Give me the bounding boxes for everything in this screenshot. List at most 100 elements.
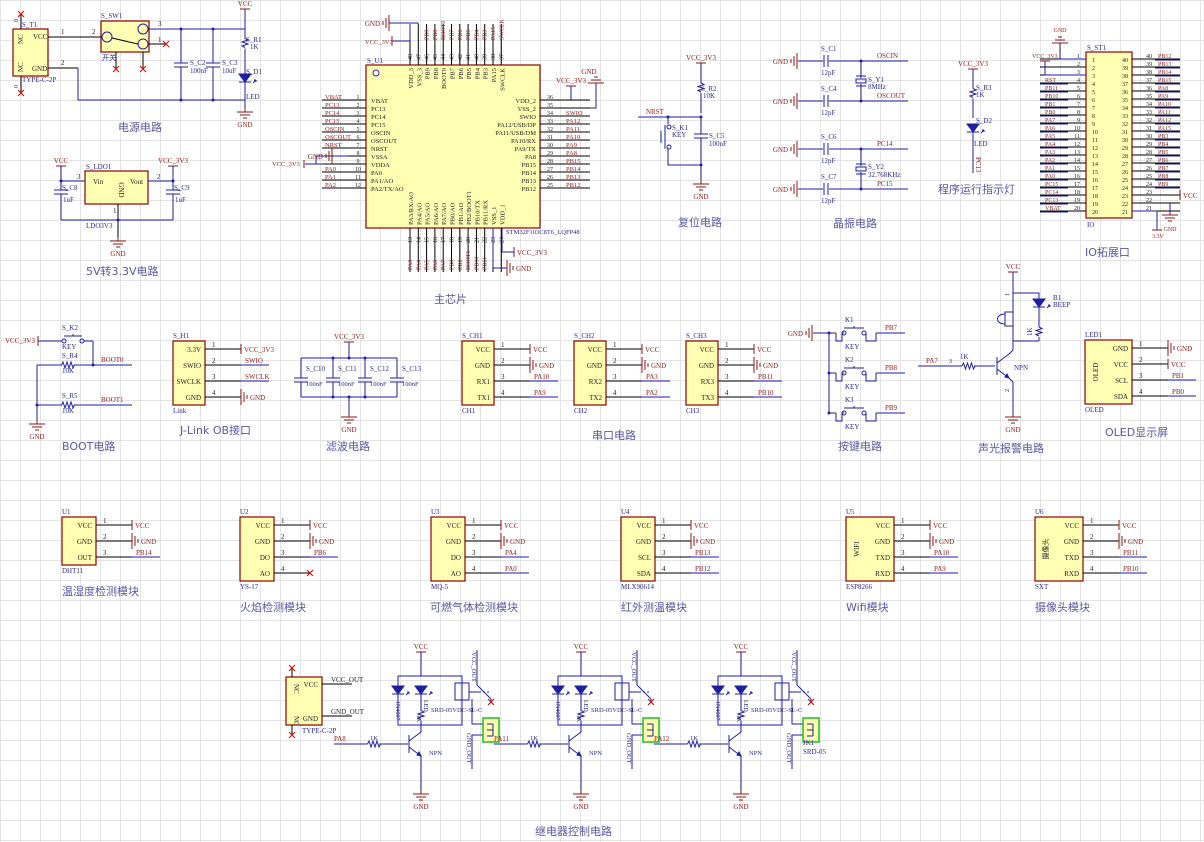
pin-name: RX3 bbox=[701, 378, 715, 386]
net-label-gnd: GND bbox=[29, 433, 44, 441]
pin-name: PB15 bbox=[522, 162, 536, 169]
light-emission-icon bbox=[565, 691, 570, 696]
pin-name: 25 bbox=[1122, 178, 1128, 184]
net-label: OSCIN bbox=[325, 126, 345, 133]
section-title: 滤波电路 bbox=[326, 440, 370, 453]
power-switch bbox=[100, 20, 150, 53]
net-label-gnd: GND bbox=[516, 265, 531, 273]
pin-name: GND bbox=[77, 538, 92, 546]
pin-name: GND bbox=[1113, 345, 1128, 353]
net-label: PA11 bbox=[1158, 110, 1171, 116]
pin-number: 16 bbox=[1074, 174, 1080, 180]
key-switch-icon bbox=[64, 334, 82, 337]
pin-name: 19 bbox=[1092, 202, 1098, 208]
pin-name: PB13 bbox=[522, 178, 536, 185]
ground-symbol bbox=[790, 93, 798, 109]
net-label: PA6 bbox=[1045, 126, 1055, 132]
ground-symbol bbox=[805, 325, 813, 341]
pin-name: BOOT0 bbox=[441, 68, 448, 89]
ground-symbol bbox=[500, 533, 508, 549]
pin-name: 27 bbox=[1122, 162, 1128, 168]
pin-name: VSS_3 bbox=[416, 68, 423, 86]
pin-name: SWIO bbox=[183, 362, 201, 370]
buzzer-icon bbox=[997, 311, 1013, 327]
pin-number: 4 bbox=[1090, 565, 1094, 573]
component-value: 100nF bbox=[338, 381, 355, 388]
pin-name: GND bbox=[587, 362, 602, 370]
component-value: KEY bbox=[845, 423, 859, 431]
pin-number: 2 bbox=[501, 357, 505, 365]
pin-number: 38 bbox=[1146, 70, 1152, 76]
ground-symbol bbox=[1052, 36, 1068, 44]
junction-dot bbox=[211, 27, 215, 31]
junction-dot bbox=[179, 27, 183, 31]
component-value: 100nF bbox=[306, 381, 323, 388]
ground-symbol bbox=[790, 53, 798, 69]
pin-number: 4 bbox=[472, 565, 476, 573]
light-emission-icon bbox=[725, 691, 730, 696]
net-label: PA1 bbox=[1045, 166, 1055, 172]
ground-symbol bbox=[790, 181, 798, 197]
designator: K3 bbox=[845, 396, 854, 404]
net-label-gnd: GND bbox=[773, 58, 788, 66]
key-switch-icon bbox=[844, 366, 864, 369]
net-label: PA8 bbox=[334, 735, 346, 743]
section-title: 按键电路 bbox=[838, 439, 882, 453]
pin-name: TX3 bbox=[701, 394, 714, 402]
pin-name: 37 bbox=[1122, 82, 1128, 88]
pin-number: 2 bbox=[1139, 356, 1143, 364]
pin-number: 4 bbox=[613, 389, 617, 397]
pin-name: PA9/TX bbox=[515, 146, 537, 153]
pin-name: PB10/TX bbox=[474, 200, 481, 225]
pin-number: 3 bbox=[949, 359, 952, 365]
net-label-gnd: GND bbox=[308, 153, 323, 161]
pin-number: 30 bbox=[1146, 134, 1152, 140]
pin-number: 1 bbox=[1139, 340, 1143, 348]
pin-number: 18 bbox=[450, 237, 456, 243]
pin-name: 14 bbox=[1092, 162, 1098, 168]
pin-name: GND bbox=[117, 182, 125, 197]
pin-name: PA12/USB/DP bbox=[497, 122, 536, 129]
pin-name: 24 bbox=[1122, 186, 1128, 192]
component-value: 10K bbox=[62, 407, 74, 415]
net-label-gnd: GND bbox=[1128, 538, 1143, 546]
section-title: 5V转3.3V电路 bbox=[86, 264, 159, 278]
component-value: 1N4007 bbox=[554, 701, 560, 720]
pin-name: 22 bbox=[1122, 202, 1128, 208]
pin-name: GND bbox=[636, 538, 651, 546]
junction-dot bbox=[91, 363, 95, 367]
pin-number: 9 bbox=[1077, 118, 1080, 124]
net-label: PB12 bbox=[566, 182, 580, 189]
crystal-icon bbox=[855, 166, 867, 172]
component-value: LED bbox=[246, 93, 260, 101]
designator: S_T1 bbox=[22, 21, 38, 29]
net-label-gnd: GND bbox=[539, 362, 554, 370]
net-label-power: VCC_3V3 bbox=[272, 161, 300, 168]
pin-name: PB9 bbox=[425, 68, 432, 79]
net-label: PB0 bbox=[1172, 388, 1185, 396]
module-inner-label: 摄像头 bbox=[1041, 539, 1050, 560]
net-label: PA0 bbox=[1045, 174, 1055, 180]
footprint-label: CH2 bbox=[574, 407, 588, 415]
net-label: PB11 bbox=[758, 373, 774, 381]
footprint-label: YS-17 bbox=[240, 583, 259, 591]
pin-name: 16 bbox=[1092, 178, 1098, 184]
designator: S_SW1 bbox=[101, 12, 123, 20]
net-label: GND_OUT bbox=[785, 733, 792, 764]
footprint-label: OLED bbox=[1085, 406, 1104, 414]
pin-name: PB4 bbox=[474, 67, 481, 79]
led-icon bbox=[391, 685, 405, 695]
net-label: PB1 bbox=[458, 260, 464, 270]
pin-number: 3 bbox=[472, 549, 476, 557]
pin-number: 22 bbox=[483, 237, 489, 243]
pin-number: 35 bbox=[1146, 94, 1152, 100]
pin-name: VCC bbox=[33, 33, 48, 41]
net-label: PA0 bbox=[325, 166, 336, 173]
pin-number: 1 bbox=[113, 207, 117, 215]
pin-name: VCC bbox=[1114, 361, 1129, 369]
footprint-label: CH1 bbox=[462, 407, 476, 415]
pin-number: 17 bbox=[1074, 182, 1080, 188]
section-title: 红外测温模块 bbox=[621, 601, 687, 614]
pin-number: 46 bbox=[425, 54, 431, 60]
ground-symbol bbox=[573, 793, 589, 801]
